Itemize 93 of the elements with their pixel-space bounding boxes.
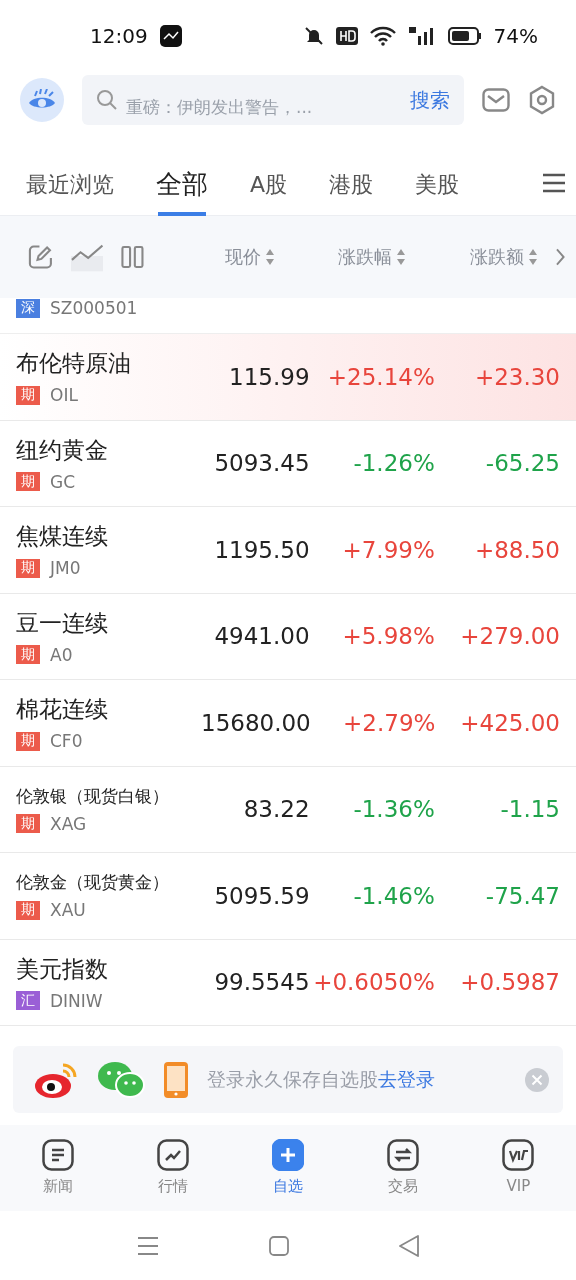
change-amount: +425.00 (459, 709, 560, 736)
sort-icon (396, 248, 406, 266)
price-value: 15680.00 (201, 709, 311, 736)
price-value: 1195.50 (213, 536, 310, 563)
app-notification-icon (159, 25, 182, 47)
change-percent: +25.14% (326, 363, 435, 390)
chart-icon (156, 1139, 189, 1171)
login-prompt: 登录永久保存自选股去登录 (207, 1066, 435, 1092)
quote-row[interactable]: 布伦特原油 期 OIL 115.99 +25.14% +23.30 (0, 334, 576, 421)
search-icon (96, 89, 118, 111)
change-percent: +0.6050% (312, 969, 435, 996)
chevron-right-icon[interactable] (556, 248, 566, 266)
battery-percent: 74% (493, 24, 538, 48)
home-icon[interactable] (269, 1235, 289, 1256)
price-value: 83.22 (242, 796, 310, 823)
change-amount: +88.50 (473, 536, 560, 563)
price-value: 5095.59 (213, 882, 310, 909)
phone-icon[interactable] (163, 1060, 189, 1099)
nav-tab[interactable]: 新闻 (0, 1125, 116, 1211)
instrument-code: JM0 (50, 558, 81, 579)
change-amount: +23.30 (473, 363, 560, 390)
category-tab[interactable]: 港股 (329, 153, 374, 216)
price-value: 115.99 (228, 363, 310, 390)
change-amount: -1.15 (499, 796, 560, 823)
change-amount: -75.47 (484, 882, 560, 909)
instrument-name: 布伦特原油 (16, 349, 132, 379)
instrument-code: CF0 (50, 731, 83, 752)
vip-icon (502, 1139, 535, 1171)
battery-icon (447, 27, 482, 45)
change-percent: +7.99% (341, 536, 435, 563)
market-tag: 期 (16, 645, 40, 665)
category-tab[interactable]: 全部 (156, 153, 208, 216)
instrument-name: 伦敦金（现货黄金） (16, 871, 170, 895)
instrument-name: 焦煤连续 (16, 522, 109, 552)
category-tab[interactable]: A股 (250, 153, 288, 216)
line-chart-icon[interactable] (70, 242, 104, 272)
columns-icon[interactable] (121, 245, 145, 269)
nav-tab[interactable]: 行情 (115, 1125, 231, 1211)
nav-tab[interactable]: 交易 (345, 1125, 461, 1211)
change-percent: -1.36% (352, 796, 435, 823)
market-tag: 期 (16, 900, 40, 920)
category-tab[interactable]: 美股 (415, 153, 460, 216)
instrument-code: XAU (50, 900, 86, 921)
change-amount: +0.5987 (459, 969, 560, 996)
instrument-code: A0 (50, 644, 73, 665)
instrument-name: 伦敦银（现货白银） (16, 784, 170, 808)
mute-bell-icon (303, 26, 324, 46)
hd-icon (335, 27, 358, 45)
market-tag: 期 (16, 814, 40, 834)
instrument-name: 纽约黄金 (16, 435, 109, 465)
chat-bubbles-icon[interactable] (97, 1060, 145, 1099)
market-tag: 期 (16, 472, 40, 492)
change-percent: -1.26% (352, 450, 435, 477)
eye-logo-icon[interactable] (20, 78, 64, 122)
add-icon (272, 1139, 304, 1171)
menu-icon[interactable] (137, 1235, 159, 1256)
clock-time: 12:09 (90, 24, 148, 48)
price-value: 4941.00 (213, 623, 310, 650)
market-tag: 期 (16, 385, 40, 405)
market-tag: 期 (16, 731, 40, 751)
sort-icon (265, 248, 276, 266)
change-percent: -1.46% (352, 882, 435, 909)
search-button[interactable]: 搜索 (410, 86, 450, 114)
wifi-icon (369, 26, 396, 46)
stock-code: SZ000501 (50, 298, 138, 318)
change-amount: +279.00 (459, 623, 560, 650)
exchange-icon (387, 1139, 420, 1171)
instrument-name: 棉花连续 (16, 695, 109, 725)
instrument-code: DINIW (50, 990, 103, 1011)
price-value: 5093.45 (213, 450, 310, 477)
signal-icon (407, 26, 436, 46)
market-tag: 深 (16, 298, 40, 318)
document-icon (41, 1139, 74, 1171)
mail-icon[interactable] (482, 88, 510, 112)
change-amount: -65.25 (484, 450, 560, 477)
edit-icon[interactable] (28, 244, 53, 270)
sort-icon (528, 248, 539, 266)
market-tag: 汇 (16, 991, 40, 1011)
change-percent: +2.79% (342, 709, 436, 736)
price-value: 99.5545 (213, 969, 310, 996)
market-tag: 期 (16, 558, 40, 578)
category-tab[interactable]: 最近浏览 (26, 153, 114, 216)
login-link[interactable]: 去登录 (378, 1067, 435, 1090)
instrument-code: XAG (50, 813, 87, 834)
instrument-code: GC (50, 471, 76, 492)
instrument-name: 豆一连续 (16, 608, 109, 638)
settings-icon[interactable] (528, 85, 556, 115)
search-field[interactable]: 重磅：伊朗发出警告，... 搜索 (82, 75, 464, 125)
back-icon[interactable] (399, 1234, 419, 1257)
change-percent: +5.98% (341, 623, 435, 650)
instrument-name: 美元指数 (16, 954, 109, 984)
instrument-code: OIL (50, 385, 78, 406)
nav-tab[interactable]: 自选 (230, 1125, 346, 1211)
